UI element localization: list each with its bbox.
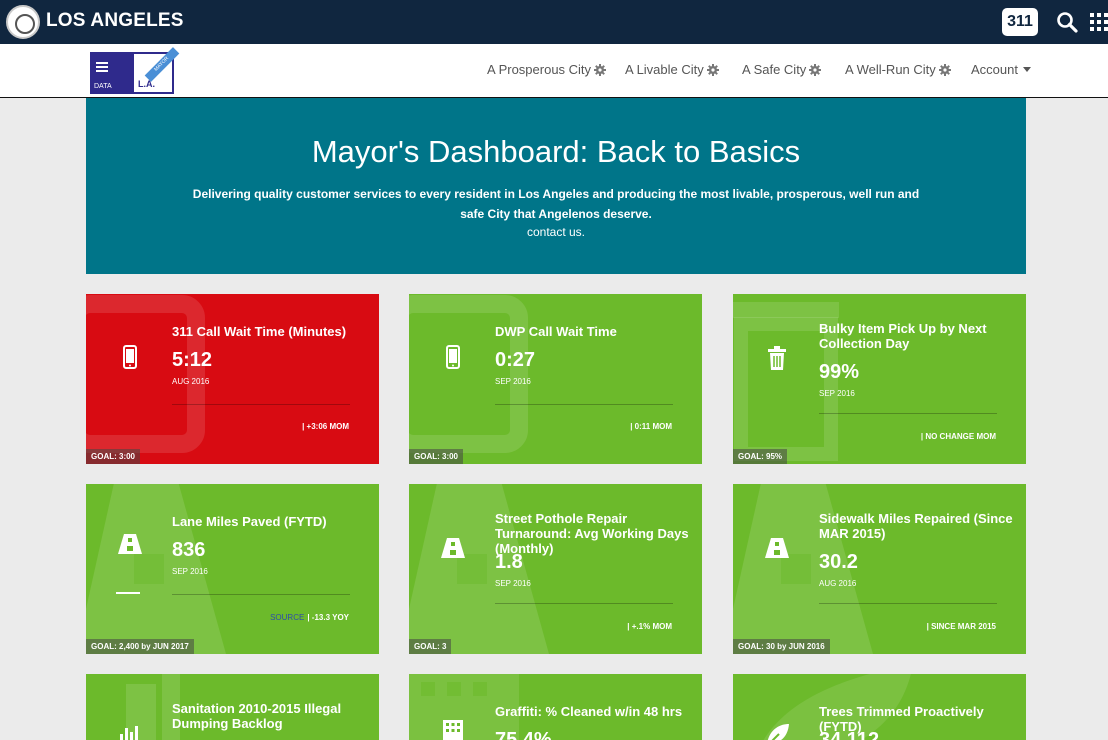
metric-tile-graffiti[interactable]: Graffiti: % Cleaned w/in 48 hrs 75.4% <box>409 674 702 740</box>
metric-tile-pothole[interactable]: Street Pothole Repair Turnaround: Avg Wo… <box>409 484 702 654</box>
nav-livable-city[interactable]: A Livable City <box>625 62 719 77</box>
tile-goal-badge: GOAL: 3:00 <box>86 449 141 464</box>
tile-change: | NO CHANGE MOM <box>920 432 996 441</box>
tile-date: AUG 2016 <box>819 579 857 588</box>
tile-title: Sanitation 2010-2015 Illegal Dumping Bac… <box>172 701 342 731</box>
tile-date: SEP 2016 <box>495 579 531 588</box>
311-button[interactable]: 311 <box>1002 8 1038 36</box>
city-seal-logo[interactable] <box>6 5 40 39</box>
tile-title: Sidewalk Miles Repaired (Since MAR 2015) <box>819 511 1013 541</box>
gear-icon <box>809 64 822 76</box>
nav-account-dropdown[interactable]: Account <box>971 62 1031 77</box>
tile-divider <box>495 404 673 405</box>
tile-date: SEP 2016 <box>819 389 855 398</box>
metric-tile-dwp-wait[interactable]: DWP Call Wait Time 0:27 SEP 2016 | 0:11 … <box>409 294 702 464</box>
tile-change: SOURCE | -13.3 YOY <box>270 613 349 622</box>
tile-date: AUG 2016 <box>172 377 210 386</box>
progress-bar <box>116 592 140 594</box>
tile-change: | 0:11 MOM <box>630 422 672 431</box>
metric-tile-lane-miles[interactable]: Lane Miles Paved (FYTD) 836 SEP 2016 SOU… <box>86 484 379 654</box>
tile-goal-badge: GOAL: 2,400 by JUN 2017 <box>86 639 194 654</box>
tile-title: Bulky Item Pick Up by Next Collection Da… <box>819 321 987 351</box>
data-la-logo[interactable]: DATA L.A. MAYOR <box>90 47 180 94</box>
tile-value: 99% <box>819 361 860 383</box>
phone-bg-icon <box>409 295 528 453</box>
metric-tile-bulky-item[interactable]: Bulky Item Pick Up by Next Collection Da… <box>733 294 1026 464</box>
hero-description: Delivering quality customer services to … <box>192 187 920 221</box>
building-icon <box>443 720 463 740</box>
nav-well-run-city[interactable]: A Well-Run City <box>845 62 951 77</box>
tile-goal-badge: GOAL: 30 by JUN 2016 <box>733 639 830 654</box>
tile-value: 1.8 <box>495 551 523 573</box>
tile-title: Graffiti: % Cleaned w/in 48 hrs <box>495 704 683 719</box>
hero-banner: Mayor's Dashboard: Back to Basics Delive… <box>86 98 1026 274</box>
contact-us-link[interactable]: contact us. <box>86 225 1026 239</box>
road-bg-icon <box>86 484 226 654</box>
tile-title: Lane Miles Paved (FYTD) <box>172 514 327 529</box>
tile-divider <box>172 404 350 405</box>
tile-value: 5:12 <box>172 349 213 371</box>
road-icon <box>441 538 465 558</box>
tile-goal-badge: GOAL: 3 <box>409 639 452 654</box>
tile-date: SEP 2016 <box>172 567 208 576</box>
gear-icon <box>706 64 719 76</box>
tile-goal-badge: GOAL: 95% <box>733 449 788 464</box>
tile-value: 75.4% <box>495 729 552 740</box>
road-icon <box>765 538 789 558</box>
metric-tile-illegal-dumping[interactable]: Sanitation 2010-2015 Illegal Dumping Bac… <box>86 674 379 740</box>
site-navigation: DATA L.A. MAYOR A Prosperous City A Liva… <box>0 44 1108 98</box>
road-icon <box>118 534 142 554</box>
tile-title: DWP Call Wait Time <box>495 324 617 339</box>
nav-safe-city[interactable]: A Safe City <box>742 62 822 77</box>
phone-icon <box>123 345 137 369</box>
source-link[interactable]: SOURCE <box>270 613 304 622</box>
tile-change: | +.1% MOM <box>627 622 672 631</box>
tile-value: 0:27 <box>495 349 536 371</box>
tile-divider <box>819 603 997 604</box>
bar-chart-icon <box>120 726 138 740</box>
trash-icon <box>768 346 786 370</box>
tile-title: 311 Call Wait Time (Minutes) <box>172 324 347 339</box>
phone-bg-icon <box>86 295 205 453</box>
leaf-icon <box>767 724 789 740</box>
city-header-bar: LOS ANGELES 311 <box>0 0 1108 44</box>
city-name-link[interactable]: LOS ANGELES <box>46 10 184 32</box>
tile-value: 30.2 <box>819 551 858 573</box>
caret-down-icon <box>1022 67 1031 72</box>
apps-grid-icon[interactable] <box>1090 13 1108 31</box>
tile-goal-badge: GOAL: 3:00 <box>409 449 464 464</box>
tile-title: Street Pothole Repair Turnaround: Avg Wo… <box>495 511 689 556</box>
tile-date: SEP 2016 <box>495 377 531 386</box>
metric-tile-sidewalk[interactable]: Sidewalk Miles Repaired (Since MAR 2015)… <box>733 484 1026 654</box>
search-icon[interactable] <box>1056 11 1078 33</box>
metric-tile-311-wait[interactable]: 311 Call Wait Time (Minutes) 5:12 AUG 20… <box>86 294 379 464</box>
tile-divider <box>819 413 997 414</box>
nav-prosperous-city[interactable]: A Prosperous City <box>487 62 607 77</box>
tile-change: | +3:06 MOM <box>302 422 349 431</box>
tile-value: 34,112 <box>819 729 880 740</box>
tile-value: 836 <box>172 539 206 561</box>
phone-icon <box>446 345 460 369</box>
tile-change: | SINCE MAR 2015 <box>926 622 996 631</box>
gear-icon <box>594 64 607 76</box>
tile-divider <box>172 594 350 595</box>
tile-divider <box>495 603 673 604</box>
page-title: Mayor's Dashboard: Back to Basics <box>311 134 801 169</box>
metric-tile-trees[interactable]: Trees Trimmed Proactively (FYTD) 34,112 <box>733 674 1026 740</box>
gear-icon <box>938 64 951 76</box>
